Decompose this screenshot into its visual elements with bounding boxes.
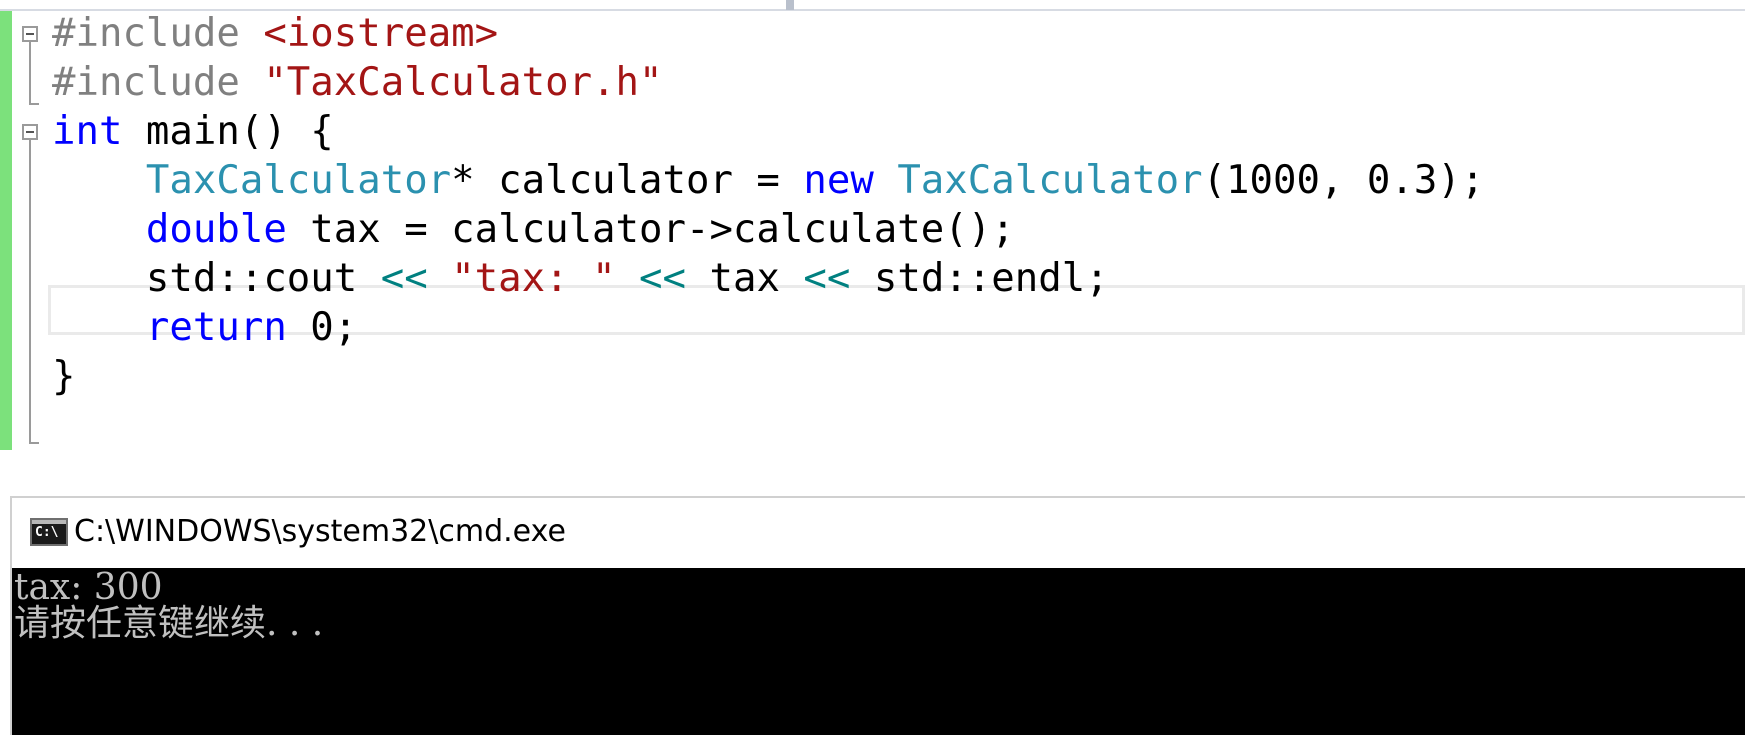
outline-end-main [29,442,39,444]
code-token: * calculator = [451,158,804,203]
code-token: std::endl; [850,256,1109,301]
code-token: TaxCalculator [145,158,452,203]
code-token: 0; [286,305,358,350]
code-token: int [52,109,123,154]
code-token: return [145,305,287,350]
code-token: << [380,256,428,301]
cmd-icon-label: C:\ [35,525,59,540]
change-tracking-bar [0,11,12,450]
editor-split-handle[interactable] [786,0,794,10]
code-token: << [639,256,687,301]
code-line[interactable]: double tax = calculator->calculate(); [52,203,1015,257]
code-line[interactable]: #include "TaxCalculator.h" [52,56,663,110]
code-editor[interactable]: #include <iostream> #include "TaxCalculat… [0,0,1745,462]
code-line[interactable]: int main() { [52,105,334,159]
code-token: TaxCalculator [897,158,1203,203]
console-output-line: tax: 300 [14,567,163,608]
code-token: <iostream> [263,11,499,56]
code-token: #include [52,60,264,105]
code-line[interactable]: TaxCalculator* calculator = new TaxCalcu… [52,154,1484,208]
collapse-main-icon[interactable] [22,124,38,140]
console-titlebar[interactable]: C:\ C:\WINDOWS\system32\cmd.exe [10,496,1745,568]
console-title: C:\WINDOWS\system32\cmd.exe [74,514,566,549]
cmd-icon: C:\ [30,518,68,546]
code-line[interactable]: return 0; [52,301,357,355]
code-token: std::cout [52,256,381,301]
code-token: } [52,354,76,399]
code-token: double [145,207,287,252]
code-token: (1000, 0.3); [1202,158,1485,203]
console-output[interactable]: tax: 300 请按任意键继续. . . [14,568,1739,735]
code-line[interactable]: #include <iostream> [52,7,498,61]
outline-guide-includes [29,42,31,104]
collapse-includes-icon[interactable] [22,26,38,42]
outline-guide-main [29,140,31,443]
cmd-icon-bar [32,520,66,524]
code-line[interactable]: std::cout << "tax: " << tax << std::endl… [52,252,1109,306]
code-token: tax = calculator->calculate(); [286,207,1015,252]
code-token: "tax: " [451,256,616,301]
code-token: "TaxCalculator.h" [263,60,663,105]
code-token: main() { [122,109,334,154]
code-token: new [803,158,874,203]
code-token: tax [686,256,804,301]
code-line[interactable]: } [52,350,75,404]
console-output-line: 请按任意键继续. . . [14,603,324,644]
screen: #include <iostream> #include "TaxCalculat… [0,0,1745,735]
code-token: << [803,256,851,301]
code-token: #include [52,11,264,56]
outline-end-includes [29,103,39,105]
